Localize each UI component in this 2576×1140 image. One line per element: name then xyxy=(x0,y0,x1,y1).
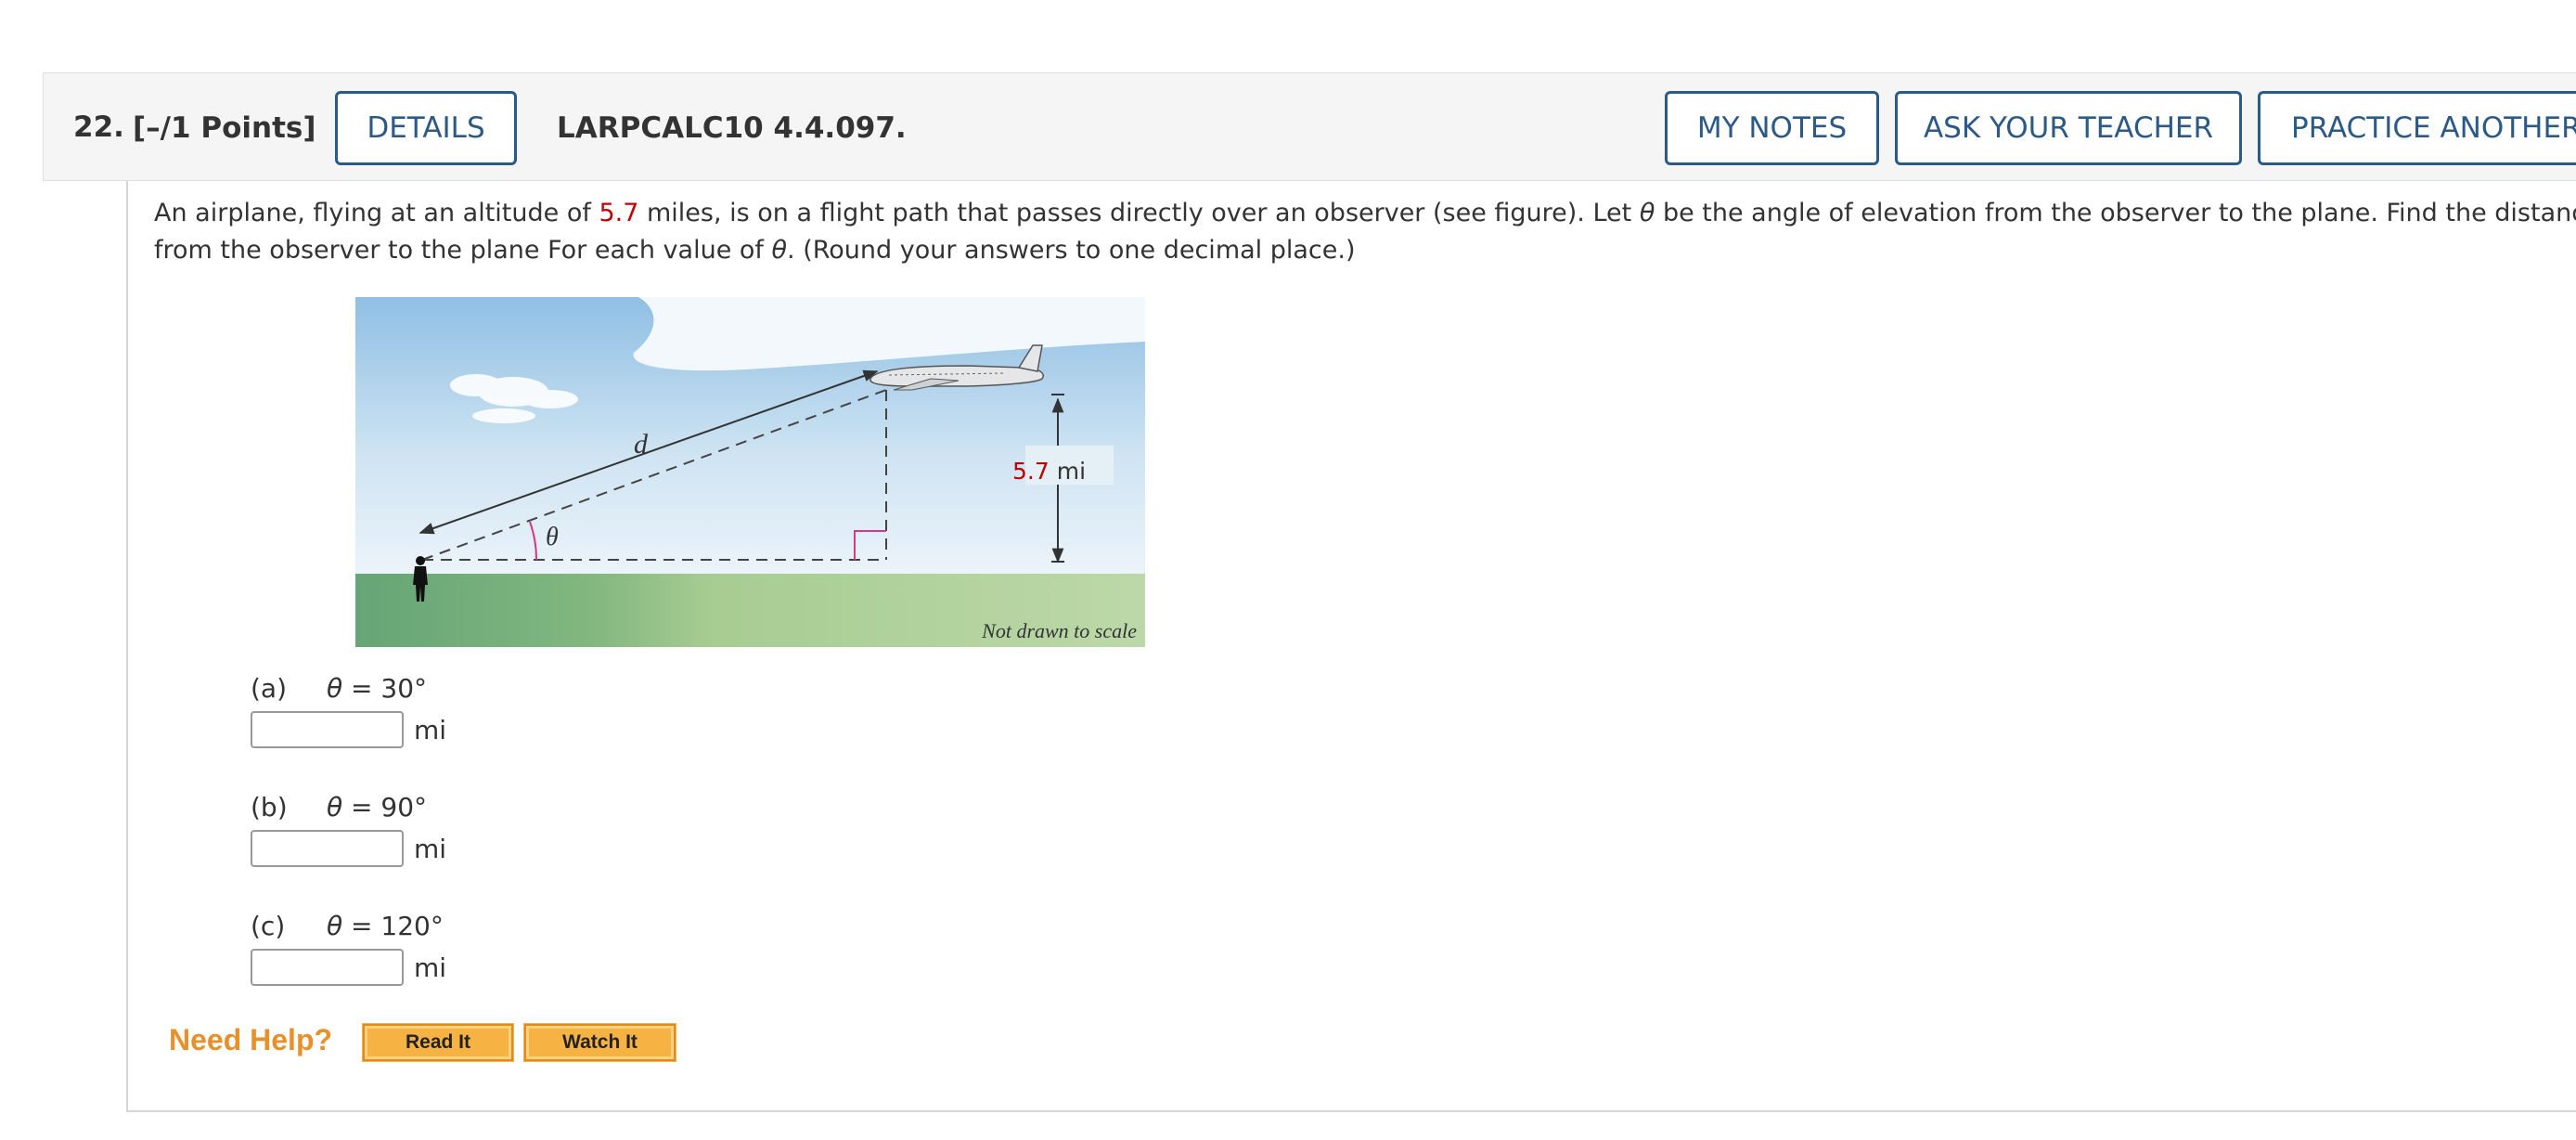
part-b-answer-input[interactable] xyxy=(251,830,404,867)
part-a-unit: mi xyxy=(414,715,447,745)
airplane-figure: d θ 5.7 mi Not drawn to scale xyxy=(355,297,1145,647)
altitude-label: 5.7 mi xyxy=(1012,458,1086,485)
theta-label: θ xyxy=(546,523,559,551)
points-label: [–/1 Points] xyxy=(133,111,316,145)
figure-caption: Not drawn to scale xyxy=(981,619,1137,642)
question-header: 22. [–/1 Points] DETAILS LARPCALC10 4.4.… xyxy=(43,72,2576,181)
part-c-label: (c) xyxy=(251,911,286,941)
ask-your-teacher-button[interactable]: ASK YOUR TEACHER xyxy=(1895,91,2242,165)
part-a-theta: θ = 30° xyxy=(327,673,428,704)
question-number: 22. xyxy=(73,110,124,144)
problem-line-2: from the observer to the plane For each … xyxy=(154,236,1356,265)
practice-another-button[interactable]: PRACTICE ANOTHER xyxy=(2258,91,2576,165)
problem-line-1: An airplane, flying at an altitude of 5.… xyxy=(154,199,2576,227)
part-c-unit: mi xyxy=(414,952,447,983)
d-label: d xyxy=(634,429,649,460)
read-it-button[interactable]: Read It xyxy=(362,1023,514,1062)
part-b-theta: θ = 90° xyxy=(327,792,428,823)
problem-text: An airplane, flying at an altitude of 5.… xyxy=(154,195,2576,269)
part-a-label: (a) xyxy=(251,673,288,704)
my-notes-button[interactable]: MY NOTES xyxy=(1665,91,1879,165)
watch-it-button[interactable]: Watch It xyxy=(523,1023,676,1062)
altitude-value: 5.7 xyxy=(599,199,639,227)
part-a-answer-input[interactable] xyxy=(251,711,404,748)
part-c-theta: θ = 120° xyxy=(327,911,444,941)
part-b-unit: mi xyxy=(414,834,447,864)
problem-code: LARPCALC10 4.4.097. xyxy=(557,111,907,145)
part-b-label: (b) xyxy=(251,792,288,823)
part-c-answer-input[interactable] xyxy=(251,949,404,986)
details-button[interactable]: DETAILS xyxy=(335,91,517,165)
need-help-label: Need Help? xyxy=(169,1023,333,1056)
